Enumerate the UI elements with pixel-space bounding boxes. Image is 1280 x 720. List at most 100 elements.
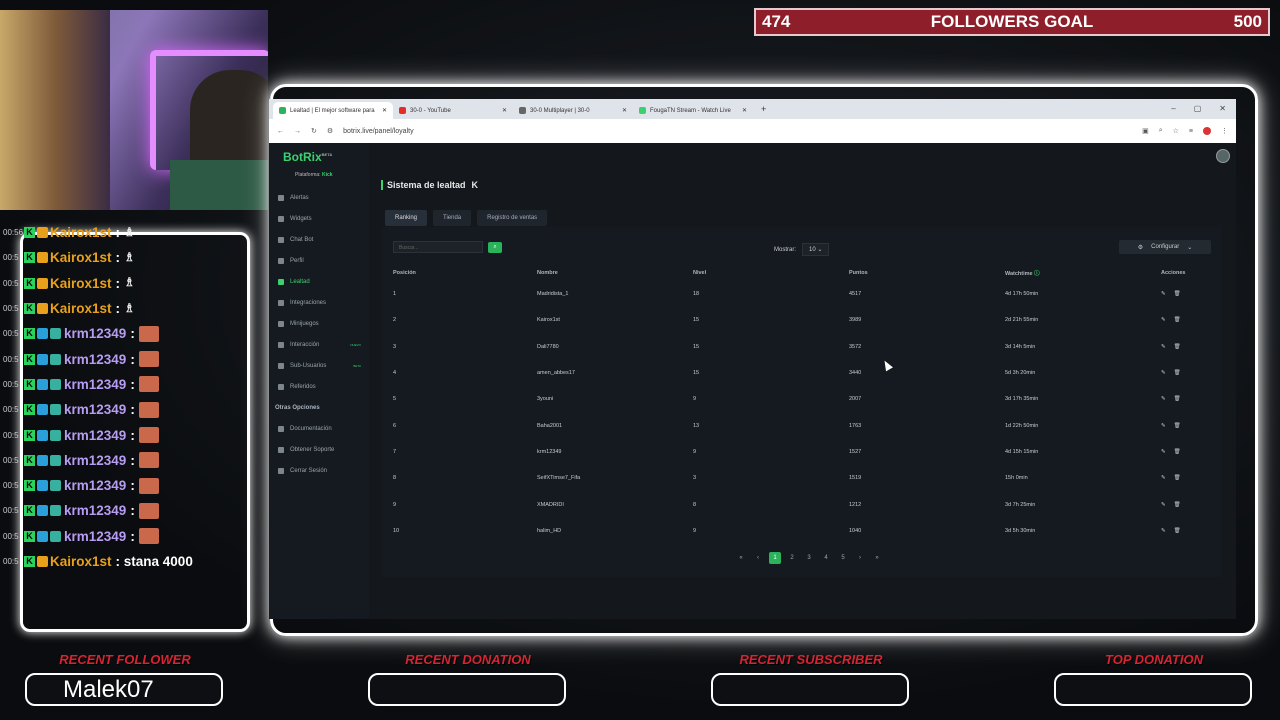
- maximize-icon[interactable]: ▢: [1194, 104, 1202, 113]
- delete-trash-icon[interactable]: 🗑: [1174, 475, 1181, 481]
- tab-tienda[interactable]: Tienda: [433, 210, 472, 226]
- chevron-down-icon: ⌄: [817, 247, 823, 253]
- minimize-icon[interactable]: –: [1171, 104, 1175, 113]
- site-info-icon[interactable]: ⚙: [327, 127, 333, 135]
- page-size-select[interactable]: 10 ⌄: [802, 243, 830, 256]
- delete-trash-icon[interactable]: 🗑: [1174, 370, 1181, 376]
- sidebar-item-label: Integraciones: [290, 299, 327, 306]
- edit-pencil-icon[interactable]: ✎: [1161, 423, 1166, 429]
- edit-pencil-icon[interactable]: ✎: [1161, 291, 1166, 297]
- chat-timestamp: 00:5: [3, 506, 19, 516]
- first-page-icon[interactable]: «: [735, 552, 747, 564]
- browser-tab-multiplayer[interactable]: 30-0 Multiplayer | 30-0 ✕: [513, 102, 633, 119]
- search-button[interactable]: ⌕: [488, 242, 502, 253]
- col-puntos[interactable]: Puntos: [849, 265, 1005, 281]
- close-window-icon[interactable]: ✕: [1219, 104, 1226, 113]
- forward-icon[interactable]: →: [294, 128, 301, 135]
- col-posicion[interactable]: Posición: [381, 265, 537, 281]
- emote-icon: [138, 502, 159, 519]
- col-watchtime[interactable]: Watchtime ⓘ: [1005, 265, 1161, 281]
- prev-page-icon[interactable]: ‹: [752, 552, 764, 564]
- table-row: 5 3youni 9 2007 3d 17h 35min ✎ 🗑: [381, 386, 1221, 412]
- edit-pencil-icon[interactable]: ✎: [1161, 528, 1166, 534]
- delete-trash-icon[interactable]: 🗑: [1174, 423, 1181, 429]
- delete-trash-icon[interactable]: 🗑: [1174, 317, 1181, 323]
- sidebar-item-lealtad[interactable]: Lealtad: [269, 271, 369, 292]
- browser-tab-youtube[interactable]: 30-0 - YouTube ✕: [393, 102, 513, 119]
- page-button[interactable]: 2: [786, 552, 798, 564]
- edit-pencil-icon[interactable]: ✎: [1161, 502, 1166, 508]
- edit-pencil-icon[interactable]: ✎: [1161, 396, 1166, 402]
- edit-pencil-icon[interactable]: ✎: [1161, 449, 1166, 455]
- gift-badge-icon: [50, 454, 61, 466]
- browser-tab-kick[interactable]: FougaTN Stream - Watch Live ✕: [633, 102, 753, 119]
- kick-badge-icon: K: [24, 378, 35, 390]
- page-button[interactable]: 1: [769, 552, 781, 564]
- reading-list-icon[interactable]: ≡: [1189, 128, 1193, 135]
- sidebar-item-referidos[interactable]: Referidos: [269, 376, 369, 397]
- delete-trash-icon[interactable]: 🗑: [1174, 344, 1181, 350]
- back-icon[interactable]: ←: [277, 128, 284, 135]
- document-icon: [278, 425, 284, 432]
- delete-trash-icon[interactable]: 🗑: [1174, 528, 1181, 534]
- sidebar-item-alertas[interactable]: Alertas: [269, 187, 369, 208]
- edit-pencil-icon[interactable]: ✎: [1161, 475, 1166, 481]
- zoom-icon[interactable]: ⌕: [1159, 127, 1163, 135]
- followers-goal-bar: 474 FOLLOWERS GOAL 500: [754, 8, 1270, 36]
- configure-button[interactable]: ⚙ Configurar ⌄: [1119, 240, 1211, 254]
- menu-kebab-icon[interactable]: ⋮: [1221, 127, 1228, 135]
- sidebar-item-cerrar-sesion[interactable]: Cerrar Sesión: [269, 460, 369, 481]
- sidebar-item-perfil[interactable]: Perfil: [269, 250, 369, 271]
- close-tab-icon[interactable]: ✕: [502, 107, 507, 114]
- delete-trash-icon[interactable]: 🗑: [1174, 396, 1181, 402]
- sidebar-item-soporte[interactable]: Obtener Soporte: [269, 439, 369, 460]
- user-avatar[interactable]: [1216, 149, 1230, 163]
- edit-pencil-icon[interactable]: ✎: [1161, 317, 1166, 323]
- close-tab-icon[interactable]: ✕: [622, 107, 627, 114]
- edit-pencil-icon[interactable]: ✎: [1161, 370, 1166, 376]
- close-tab-icon[interactable]: ✕: [382, 107, 387, 114]
- bookmark-star-icon[interactable]: ☆: [1173, 127, 1179, 135]
- tab-registro-ventas[interactable]: Registro de ventas: [477, 210, 548, 226]
- sub-badge-icon: [37, 378, 48, 390]
- page-button[interactable]: 4: [820, 552, 832, 564]
- cell-nombre: SeifXTimse7_Fifa: [537, 475, 581, 482]
- sidebar-item-chatbot[interactable]: Chat Bot: [269, 229, 369, 250]
- delete-trash-icon[interactable]: 🗑: [1174, 291, 1181, 297]
- sidebar-item-interaccion[interactable]: Interacción NUEVO: [269, 334, 369, 355]
- browser-tab-lealtad[interactable]: Lealtad | El mejor software para ✕: [273, 102, 393, 119]
- delete-trash-icon[interactable]: 🗑: [1174, 449, 1181, 455]
- cell-acciones: ✎ 🗑: [1161, 465, 1221, 491]
- chat-username: krm12349: [64, 528, 127, 544]
- new-tab-icon[interactable]: +: [753, 104, 774, 119]
- cell-puntos: 1519: [849, 475, 862, 482]
- close-tab-icon[interactable]: ✕: [742, 107, 747, 114]
- sidebar-item-integraciones[interactable]: Integraciones: [269, 292, 369, 313]
- page-button[interactable]: 3: [803, 552, 815, 564]
- crown-badge-icon: [37, 556, 48, 567]
- last-page-icon[interactable]: »: [871, 552, 883, 564]
- sidebar-item-documentacion[interactable]: Documentación: [269, 418, 369, 439]
- delete-trash-icon[interactable]: 🗑: [1174, 502, 1181, 508]
- profile-avatar-icon[interactable]: [1203, 127, 1211, 135]
- url-field[interactable]: botrix.live/panel/loyalty: [343, 128, 1132, 135]
- table-row: 8 SeifXTimse7_Fifa 3 1519 15h 0min ✎ 🗑: [381, 465, 1221, 491]
- edit-pencil-icon[interactable]: ✎: [1161, 344, 1166, 350]
- page-button[interactable]: 5: [837, 552, 849, 564]
- translate-icon[interactable]: ▣: [1142, 127, 1149, 135]
- cell-watchtime: 3d 5h 30min: [1005, 527, 1036, 534]
- botrix-logo[interactable]: BotRixBETA: [283, 150, 332, 164]
- tab-ranking[interactable]: Ranking: [385, 210, 428, 226]
- sidebar-item-minijuegos[interactable]: Minijuegos: [269, 313, 369, 334]
- search-input[interactable]: Buscar...: [393, 241, 483, 253]
- col-nivel[interactable]: Nivel: [693, 265, 849, 281]
- info-icon[interactable]: ⓘ: [1034, 271, 1040, 277]
- reload-icon[interactable]: ↻: [311, 127, 317, 135]
- sidebar-item-widgets[interactable]: Widgets: [269, 208, 369, 229]
- next-page-icon[interactable]: ›: [854, 552, 866, 564]
- sidebar-item-subusuarios[interactable]: Sub-Usuarios BETA: [269, 355, 369, 376]
- cell-posicion: 10: [393, 527, 400, 534]
- cell-acciones: ✎ 🗑: [1161, 412, 1221, 438]
- cell-nombre: amen_abbes17: [537, 370, 575, 377]
- col-nombre[interactable]: Nombre: [537, 265, 693, 281]
